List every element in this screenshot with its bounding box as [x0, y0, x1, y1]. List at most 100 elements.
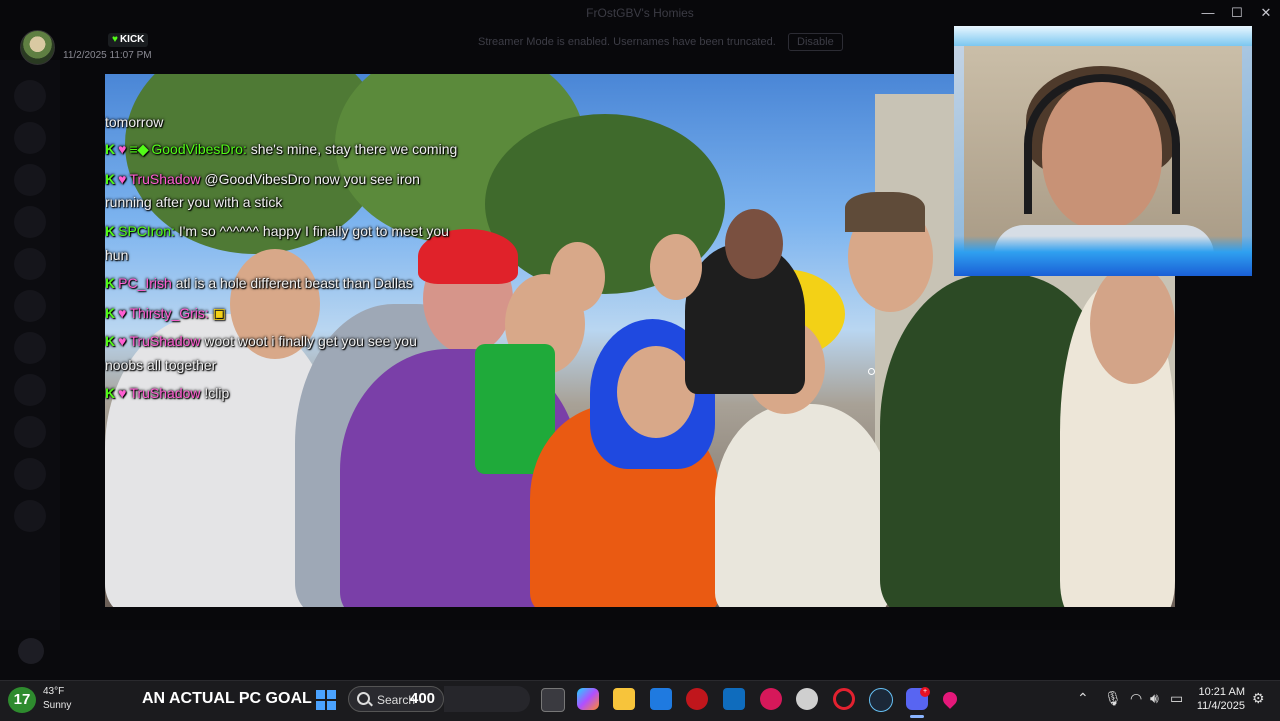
chrome-icon[interactable] — [796, 688, 818, 710]
goal-overlay-text: AN ACTUAL PC GOAL — [142, 690, 312, 707]
server-icon[interactable] — [14, 248, 46, 280]
heart-icon: ♥ — [118, 385, 127, 401]
app-red-icon[interactable] — [760, 688, 782, 710]
kick-badge-icon: K — [105, 141, 116, 157]
chat-username[interactable]: TruShadow — [129, 385, 200, 401]
chat-line: tomorrow — [105, 114, 163, 130]
file-explorer-icon[interactable] — [613, 688, 635, 710]
mouse-cursor — [868, 368, 875, 375]
heart-icon: ♥ — [118, 333, 127, 349]
opera-icon[interactable] — [833, 688, 855, 710]
person-head — [617, 346, 695, 438]
search-extension[interactable] — [444, 686, 530, 712]
person-head — [550, 242, 605, 312]
chat-username[interactable]: SPCIron: — [118, 223, 175, 239]
minimize-button[interactable]: — — [1194, 4, 1222, 22]
chat-text: atl is a hole different beast than Dalla… — [175, 275, 413, 291]
chat-username[interactable]: Thirsty_Gris: — [129, 305, 208, 321]
chat-line: K ♥ TruShadow !clip — [105, 385, 229, 401]
chat-text: running after you with a stick — [105, 194, 283, 210]
avatar[interactable] — [20, 30, 55, 65]
chat-line: K ♥ ≡◆ GoodVibesDro: she's mine, stay there… — [105, 141, 457, 158]
heart-icon: ♥ — [118, 141, 127, 157]
start-button[interactable] — [316, 690, 336, 710]
server-sidebar — [0, 60, 60, 660]
close-button[interactable]: ✕ — [1252, 4, 1280, 22]
server-icon[interactable] — [14, 458, 46, 490]
weather-condition[interactable]: Sunny — [43, 700, 71, 711]
heart-icon: ♥ — [112, 34, 118, 45]
chat-line: K ♥ Thirsty_Gris: ▣ — [105, 305, 226, 322]
streamer-mode-banner: Streamer Mode is enabled. Usernames have… — [478, 36, 776, 48]
chat-username[interactable]: TruShadow — [129, 333, 200, 349]
chevron-up-icon[interactable]: ⌃ — [1077, 690, 1089, 707]
clock-date[interactable]: 11/4/2025 — [1195, 700, 1245, 712]
copilot-icon[interactable] — [577, 688, 599, 710]
sub-badge-icon: ≡◆ — [129, 141, 149, 157]
steam-icon[interactable] — [869, 688, 893, 712]
battery-icon[interactable]: ▭ — [1170, 690, 1183, 707]
headphones — [1024, 74, 1180, 214]
webcam-overlay — [954, 26, 1252, 276]
person-head — [650, 234, 702, 300]
heart-icon: ♥ — [118, 305, 127, 321]
chat-text: noobs all together — [105, 357, 217, 373]
discord-footer — [0, 630, 1280, 680]
kick-badge-label: KICK — [119, 34, 145, 45]
server-icon[interactable] — [14, 206, 46, 238]
gear-icon[interactable]: ⚙ — [1252, 690, 1265, 707]
disable-button[interactable]: Disable — [788, 33, 843, 51]
chat-text: !clip — [204, 385, 230, 401]
person-head — [725, 209, 783, 279]
chat-line: K SPCIron: I'm so ^^^^^^ happy I finally … — [105, 223, 449, 239]
chat-line: K ♥ TruShadow @GoodVibesDro now you see ir… — [105, 171, 420, 187]
server-icon[interactable] — [14, 416, 46, 448]
weather-badge[interactable]: 17 — [8, 687, 36, 713]
webcam-feed — [964, 40, 1242, 276]
weather-temp[interactable]: 43°F — [43, 686, 64, 697]
message-timestamp: 11/2/2025 11:07 PM — [63, 50, 152, 61]
server-icon[interactable] — [14, 80, 46, 112]
wifi-icon[interactable]: ◠ — [1130, 690, 1142, 707]
chat-line: K PC_Irish atl is a hole different beast … — [105, 275, 413, 291]
chat-text: she's mine, stay there we coming — [250, 141, 458, 157]
server-icon[interactable] — [14, 122, 46, 154]
server-icon[interactable] — [14, 164, 46, 196]
store-icon[interactable] — [650, 688, 672, 710]
maximize-button[interactable]: ☐ — [1223, 4, 1251, 22]
notification-badge: + — [920, 687, 930, 697]
chat-line: running after you with a stick — [105, 194, 282, 210]
cap — [845, 192, 925, 232]
speaker-icon[interactable]: 🔊︎ — [1150, 690, 1159, 707]
kick-badge-icon: K — [105, 385, 116, 401]
search-count: 400 — [410, 690, 436, 707]
server-icon[interactable] — [14, 290, 46, 322]
person-head — [1090, 264, 1175, 384]
chat-text: woot woot i finally get you see you — [204, 333, 417, 349]
chat-text: @GoodVibesDro now you see iron — [204, 171, 420, 187]
outlook-icon[interactable] — [723, 688, 745, 710]
task-view-icon[interactable] — [541, 688, 565, 712]
game-icon[interactable] — [686, 688, 708, 710]
server-icon[interactable] — [14, 374, 46, 406]
chat-username[interactable]: PC_Irish — [118, 275, 172, 291]
microphone-icon[interactable]: 🎙︎ — [1104, 690, 1122, 707]
chat-line: hun — [105, 247, 128, 263]
search-icon — [357, 692, 370, 705]
chat-username[interactable]: GoodVibesDro: — [151, 141, 246, 157]
server-icon[interactable] — [14, 332, 46, 364]
user-avatar[interactable] — [18, 638, 44, 664]
heart-icon: ♥ — [118, 171, 127, 187]
person — [715, 404, 890, 607]
kick-badge-icon: K — [105, 305, 116, 321]
kick-badge-icon: K — [105, 275, 116, 291]
server-icon[interactable] — [14, 500, 46, 532]
kick-badge-icon: K — [105, 171, 116, 187]
chat-text: tomorrow — [105, 114, 164, 130]
emote-icon: ▣ — [212, 305, 226, 321]
ice-frame-top — [954, 26, 1252, 46]
kick-badge: ♥ KICK — [108, 33, 149, 47]
clock-time[interactable]: 10:21 AM — [1197, 686, 1245, 698]
chat-username[interactable]: TruShadow — [129, 171, 200, 187]
ice-frame-bottom — [954, 236, 1252, 276]
